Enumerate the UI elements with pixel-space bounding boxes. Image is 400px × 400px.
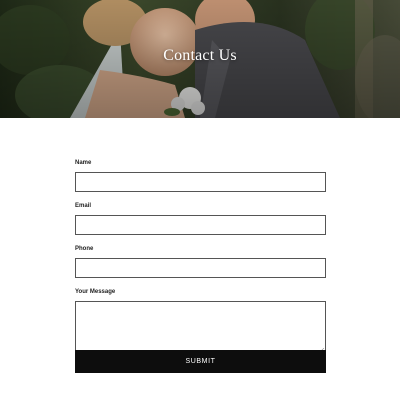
page-title: Contact Us [163, 47, 237, 64]
email-label: Email [75, 203, 92, 209]
hero-banner: Contact Us [0, 0, 400, 118]
message-field[interactable] [75, 301, 326, 355]
contact-form: Name Email Phone Your Message [75, 160, 326, 355]
phone-field[interactable] [75, 258, 326, 278]
name-field[interactable] [75, 172, 326, 192]
submit-button[interactable]: SUBMIT [75, 350, 326, 373]
name-label: Name [75, 160, 92, 166]
message-wrapper [75, 301, 326, 355]
phone-label: Phone [75, 246, 94, 252]
message-label: Your Message [75, 289, 116, 295]
email-field[interactable] [75, 215, 326, 235]
